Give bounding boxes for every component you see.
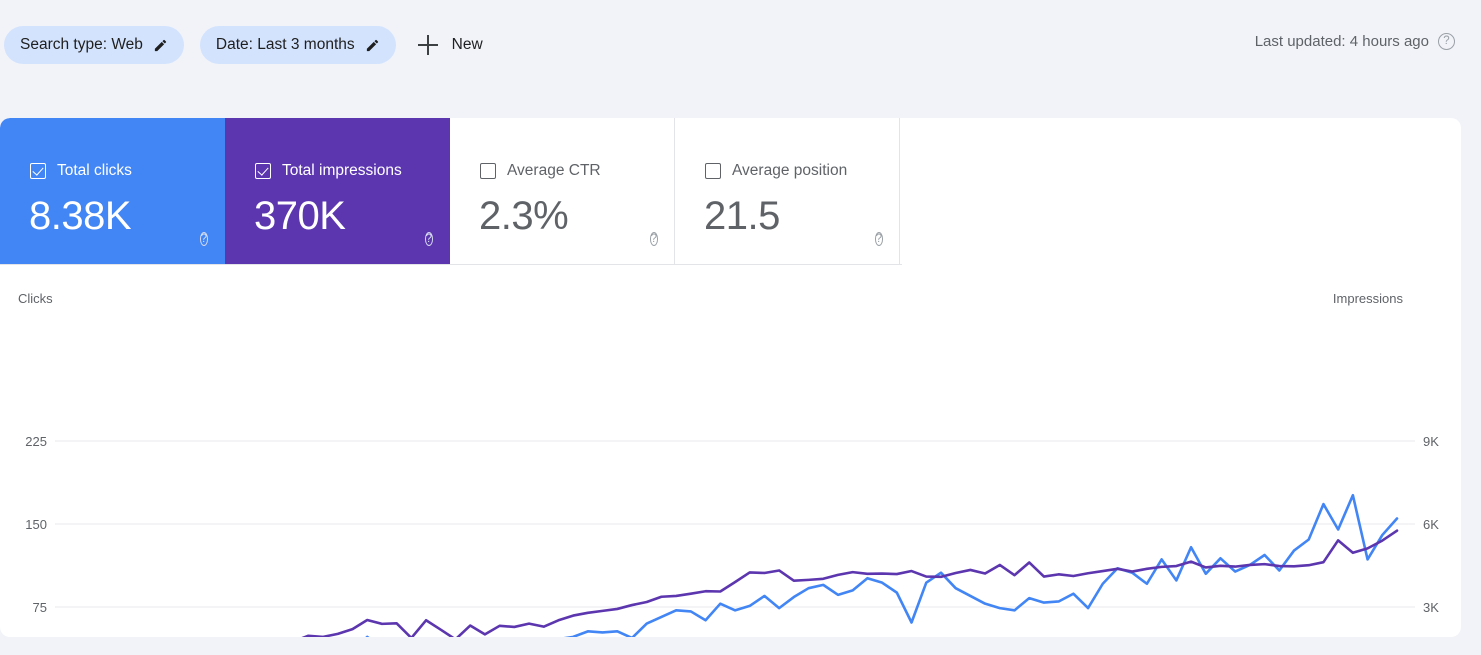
metric-card-total-impressions[interactable]: Total impressions 370K ? xyxy=(225,118,450,265)
filter-bar: Search type: Web Date: Last 3 months New… xyxy=(0,0,1481,90)
metric-card-label: Average position xyxy=(732,162,848,179)
add-new-filter-label: New xyxy=(451,36,483,53)
add-new-filter-button[interactable]: New xyxy=(412,26,493,64)
y-axis-right-tick: 9K xyxy=(1423,434,1439,449)
metric-card-value: 2.3% xyxy=(479,194,569,238)
metric-card-header: Total impressions xyxy=(255,162,402,180)
performance-panel: Total clicks 8.38K ? Total impressions 3… xyxy=(0,118,1461,637)
filter-chip-search-type[interactable]: Search type: Web xyxy=(4,26,184,64)
metric-card-value: 8.38K xyxy=(29,194,132,238)
checkbox-average-position[interactable] xyxy=(705,163,721,179)
metric-card-header: Average CTR xyxy=(480,162,601,180)
chart-line-impressions xyxy=(301,529,1399,637)
metric-cards: Total clicks 8.38K ? Total impressions 3… xyxy=(0,118,900,265)
last-updated: Last updated: 4 hours ago ? xyxy=(1255,33,1455,50)
last-updated-label: Last updated: 4 hours ago xyxy=(1254,33,1429,50)
metric-card-value: 370K xyxy=(254,194,346,238)
metric-card-help[interactable]: ? xyxy=(424,229,433,247)
y-axis-left-tick: 75 xyxy=(33,600,47,615)
pencil-icon[interactable] xyxy=(153,38,168,53)
help-icon[interactable]: ? xyxy=(874,232,883,246)
metric-card-average-ctr[interactable]: Average CTR 2.3% ? xyxy=(450,118,675,265)
metric-card-help[interactable]: ? xyxy=(649,229,658,247)
performance-chart: Clicks Impressions 2251507509K6K3K04/16/… xyxy=(0,265,1461,637)
metric-card-label: Total impressions xyxy=(282,162,402,179)
y-axis-left-title: Clicks xyxy=(18,291,53,306)
checkbox-average-ctr[interactable] xyxy=(480,163,496,179)
filter-chip-date[interactable]: Date: Last 3 months xyxy=(199,26,396,64)
performance-dashboard: Search type: Web Date: Last 3 months New… xyxy=(0,0,1481,655)
y-axis-right-tick: 6K xyxy=(1423,517,1439,532)
y-axis-left-tick: 225 xyxy=(25,434,47,449)
checkbox-total-impressions[interactable] xyxy=(255,163,271,179)
chart-canvas[interactable]: 2251507509K6K3K04/16/234/25/235/4/235/13… xyxy=(0,265,1461,637)
y-axis-right-title: Impressions xyxy=(1332,291,1403,306)
metric-card-help[interactable]: ? xyxy=(874,229,883,247)
help-icon[interactable]: ? xyxy=(199,232,208,246)
metric-card-help[interactable]: ? xyxy=(199,229,208,247)
y-axis-left-tick: 150 xyxy=(25,517,47,532)
metric-card-label: Average CTR xyxy=(507,162,601,179)
filter-chip-search-type-label: Search type: Web xyxy=(20,36,143,54)
help-icon[interactable]: ? xyxy=(1438,33,1455,50)
metric-card-header: Average position xyxy=(705,162,847,180)
y-axis-right-tick: 3K xyxy=(1423,600,1439,615)
metric-card-average-position[interactable]: Average position 21.5 ? xyxy=(675,118,900,265)
help-icon[interactable]: ? xyxy=(649,232,658,246)
pencil-icon[interactable] xyxy=(365,38,380,53)
chart-line-clicks xyxy=(365,493,1399,637)
metric-card-value: 21.5 xyxy=(704,194,780,238)
plus-icon xyxy=(417,35,438,55)
metric-card-total-clicks[interactable]: Total clicks 8.38K ? xyxy=(0,118,225,265)
filter-chip-date-label: Date: Last 3 months xyxy=(215,36,355,54)
metric-card-label: Total clicks xyxy=(57,162,132,179)
checkbox-total-clicks[interactable] xyxy=(30,163,46,179)
metric-card-header: Total clicks xyxy=(30,162,132,180)
help-icon[interactable]: ? xyxy=(424,232,433,246)
